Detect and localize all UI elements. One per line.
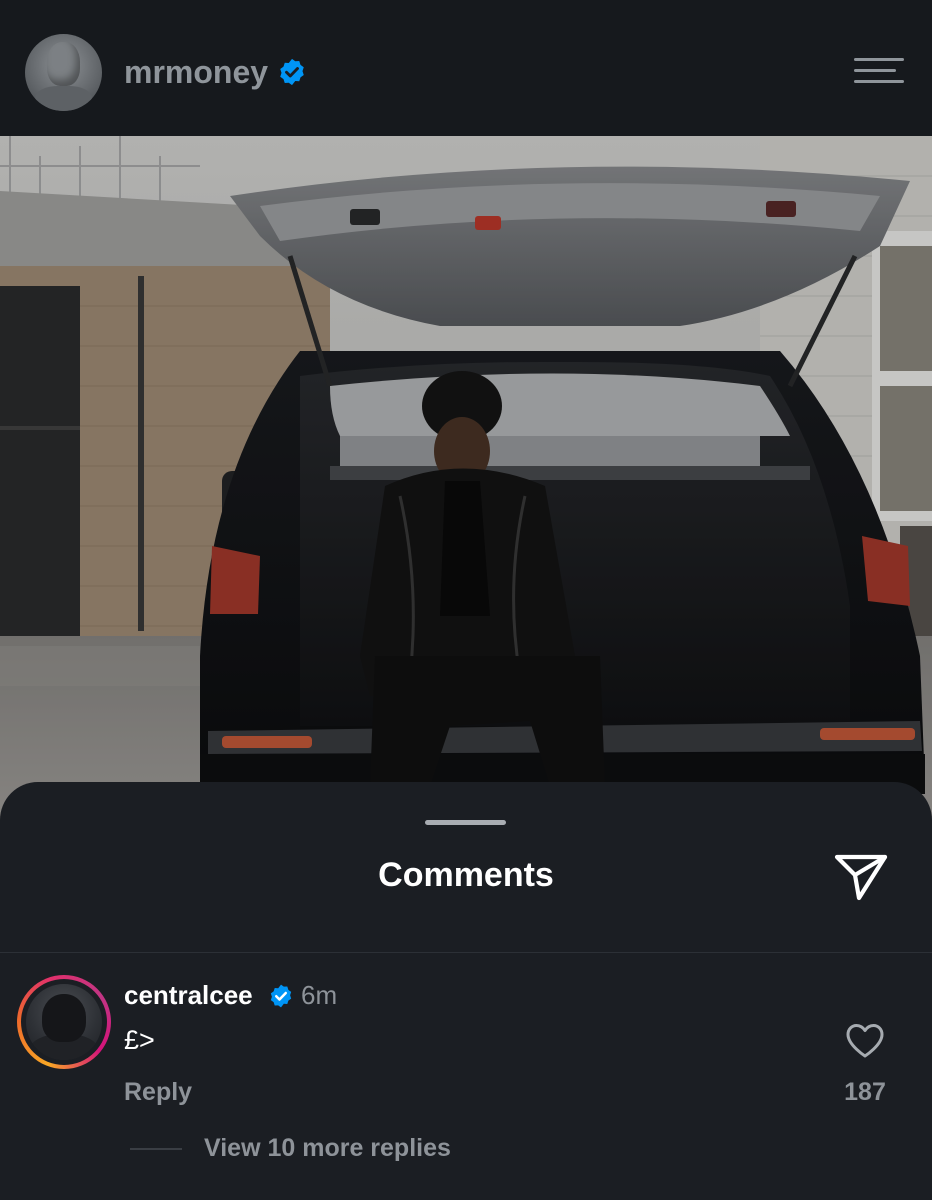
sheet-grabber[interactable]: [425, 820, 506, 825]
send-icon[interactable]: [833, 852, 889, 902]
post-photo[interactable]: [0, 136, 932, 836]
post-photo-illustration: [0, 136, 932, 836]
replies-divider-line: [130, 1148, 182, 1150]
menu-icon[interactable]: [854, 58, 904, 84]
reply-button[interactable]: Reply: [124, 1075, 192, 1109]
comment-text: £>: [124, 1025, 155, 1055]
heart-icon[interactable]: [845, 1022, 885, 1060]
post-header: mrmoney: [0, 0, 932, 136]
view-more-replies-button[interactable]: View 10 more replies: [204, 1131, 451, 1165]
story-ring[interactable]: [17, 975, 111, 1069]
post-username[interactable]: mrmoney: [124, 52, 268, 92]
profile-avatar[interactable]: [25, 34, 102, 111]
commenter-username[interactable]: centralcee: [124, 978, 253, 1012]
comment-timestamp: 6m: [301, 980, 338, 1010]
sheet-divider: [0, 952, 932, 953]
post-comments-screen: mrmoney Comments centralcee 6m £> Reply …: [0, 0, 932, 1200]
commenter-avatar: [26, 984, 102, 1060]
comments-title: Comments: [378, 856, 554, 894]
verified-badge-icon: [270, 984, 292, 1008]
like-count: 187: [844, 1078, 886, 1106]
verified-badge-icon: [280, 58, 304, 86]
